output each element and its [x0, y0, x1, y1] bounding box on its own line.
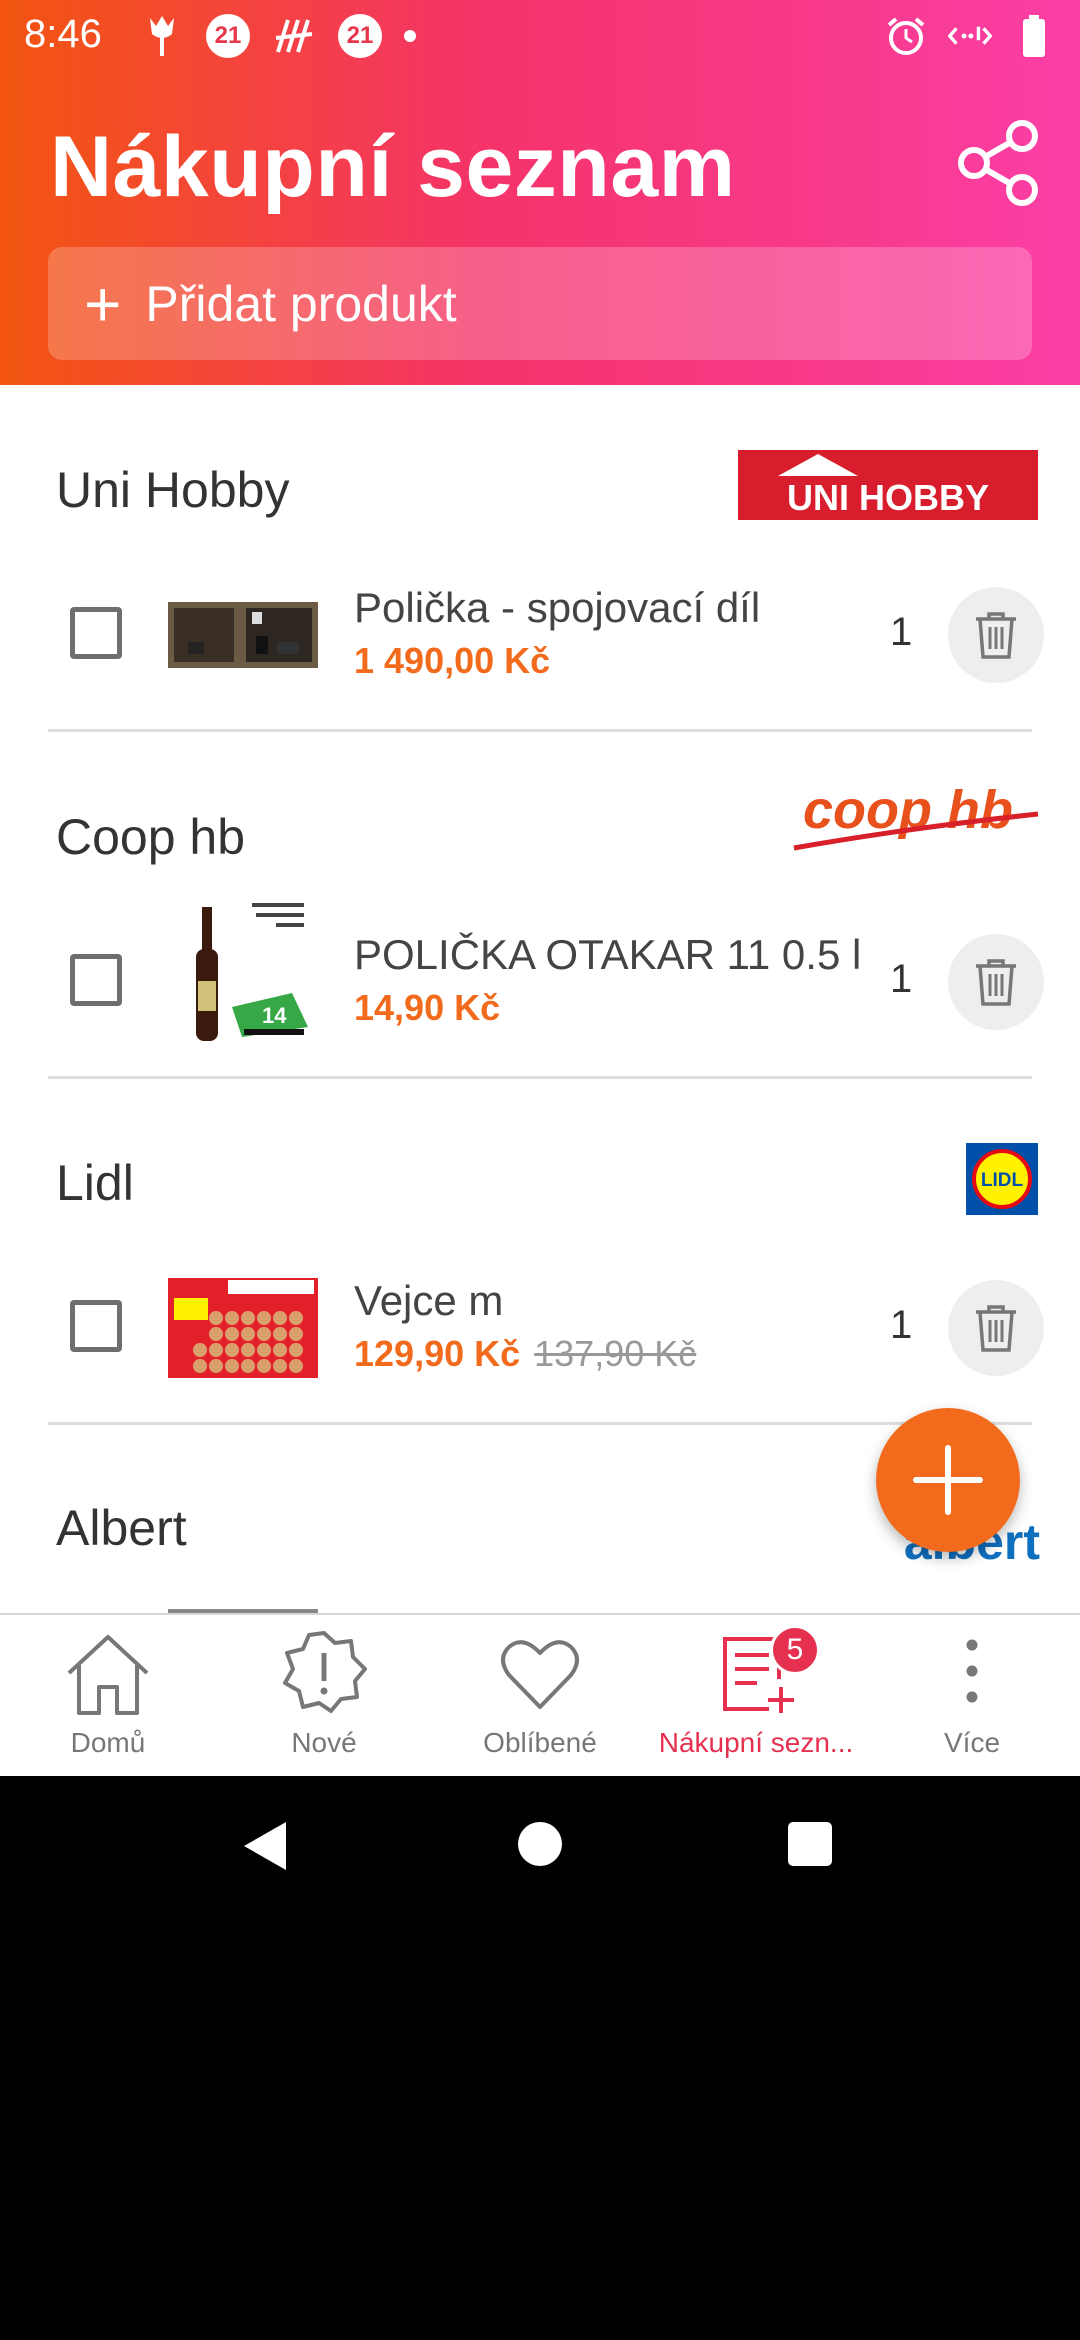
logo-text: UNI HOBBY: [787, 477, 989, 518]
plus-icon: [913, 1445, 983, 1515]
product-image: [168, 1278, 318, 1378]
system-status-icons: [884, 14, 1056, 58]
item-quantity[interactable]: 1: [890, 610, 912, 655]
battery-icon: [1012, 14, 1056, 58]
share-icon: [958, 120, 1038, 206]
item-checkbox[interactable]: [70, 607, 122, 659]
app-header: 8:46 21 21 Nákupní seznam + Přidat produ…: [0, 0, 1080, 385]
nav-label: Oblíbené: [483, 1727, 597, 1758]
trash-icon: [976, 1305, 1016, 1352]
system-navigation-bar: [0, 1776, 1080, 1916]
plus-icon: +: [84, 267, 122, 340]
add-fab-button[interactable]: [876, 1408, 1020, 1552]
item-checkbox[interactable]: [70, 954, 122, 1006]
notification-21b-icon: 21: [338, 14, 382, 58]
nav-label: Nové: [291, 1727, 357, 1758]
price-value: 14,90 Kč: [354, 987, 501, 1028]
nav-new[interactable]: Nové: [216, 1615, 432, 1778]
trash-icon: [976, 959, 1016, 1006]
nav-favorites[interactable]: Oblíbené: [432, 1615, 648, 1778]
old-price: 137,90 Kč: [534, 1333, 697, 1374]
bottom-navigation: Domů Nové Oblíbené 5 Nákupní sezn... Víc…: [0, 1613, 1080, 1776]
page-title: Nákupní seznam: [50, 119, 736, 215]
new-badge-icon: [283, 1631, 367, 1713]
notification-21-icon: 21: [206, 14, 250, 58]
add-product-field[interactable]: + Přidat produkt: [48, 247, 1032, 360]
notification-icons: 21 21: [140, 14, 416, 58]
share-button[interactable]: [954, 118, 1044, 208]
recents-square-icon[interactable]: [786, 1820, 834, 1868]
list-item: 14 POLIČKA OTAKAR 11 0.5 l 14,90 Kč 1: [0, 897, 1080, 1047]
item-quantity[interactable]: 1: [890, 957, 912, 1002]
home-icon: [67, 1635, 149, 1715]
product-price: 1 490,00 Kč: [354, 640, 550, 682]
trash-icon: [976, 612, 1016, 659]
status-bar: 8:46 21 21: [0, 0, 1080, 72]
list-item: Vejce m 129,90 Kč 137,90 Kč 1: [0, 1263, 1080, 1393]
hashtag-icon: [272, 14, 316, 58]
store-section-coop-hb: Coop hb coop hb 14 POLIČKA OTAKAR 11 0.5…: [0, 732, 1080, 1079]
product-price: 14,90 Kč: [354, 987, 500, 1029]
product-price: 129,90 Kč 137,90 Kč: [354, 1333, 696, 1375]
tulip-icon: [140, 14, 184, 58]
coop-hb-logo: coop hb: [788, 778, 1040, 868]
nav-label: Více: [943, 1727, 1001, 1758]
nav-label: Domů: [70, 1727, 146, 1758]
store-section-uni-hobby: Uni Hobby UNI HOBBY Polička - spojovací …: [0, 385, 1080, 732]
uni-hobby-logo: UNI HOBBY: [738, 450, 1038, 520]
nav-more[interactable]: Více: [864, 1615, 1080, 1778]
list-item: Polička - spojovací díl 1 490,00 Kč 1: [0, 570, 1080, 700]
delete-button[interactable]: [948, 1280, 1044, 1376]
back-icon[interactable]: [240, 1820, 290, 1872]
add-product-label: Přidat produkt: [145, 275, 457, 332]
price-value: 1 490,00 Kč: [354, 640, 551, 681]
delete-button[interactable]: [948, 587, 1044, 683]
price-value: 129,90 Kč: [354, 1333, 521, 1374]
product-name: POLIČKA OTAKAR 11 0.5 l: [354, 931, 862, 978]
heart-icon: [501, 1640, 579, 1709]
product-name: Polička - spojovací díl: [354, 584, 761, 631]
product-name: Vejce m: [354, 1277, 504, 1324]
nav-shopping-list[interactable]: 5 Nákupní sezn...: [648, 1615, 864, 1778]
logo-text: LIDL: [981, 1170, 1024, 1191]
store-name: Uni Hobby: [56, 462, 290, 518]
product-image: [168, 602, 318, 668]
store-section-lidl: Lidl LIDL Vejce m 129,90 Kč 137,90 Kč 1: [0, 1078, 1080, 1425]
lidl-logo: LIDL: [966, 1143, 1038, 1215]
store-name: Lidl: [56, 1155, 134, 1211]
home-circle-icon[interactable]: [516, 1820, 564, 1868]
product-image: 14: [172, 897, 312, 1047]
store-name: Coop hb: [56, 809, 246, 865]
more-notifications-dot: [404, 30, 416, 42]
nav-home[interactable]: Domů: [0, 1615, 216, 1778]
shopping-list-count-badge: 5: [770, 1625, 820, 1675]
delete-button[interactable]: [948, 934, 1044, 1030]
screen: 8:46 21 21 Nákupní seznam + Přidat produ…: [0, 0, 1080, 2340]
item-checkbox[interactable]: [70, 1300, 122, 1352]
store-name: Albert: [56, 1500, 187, 1556]
nav-label: Nákupní sezn...: [658, 1727, 854, 1758]
item-quantity[interactable]: 1: [890, 1303, 912, 1348]
status-time: 8:46: [24, 12, 102, 56]
data-saver-icon: [948, 14, 992, 58]
svg-text:14: 14: [262, 1003, 287, 1028]
more-vertical-icon: [966, 1639, 978, 1703]
alarm-icon: [884, 14, 928, 58]
